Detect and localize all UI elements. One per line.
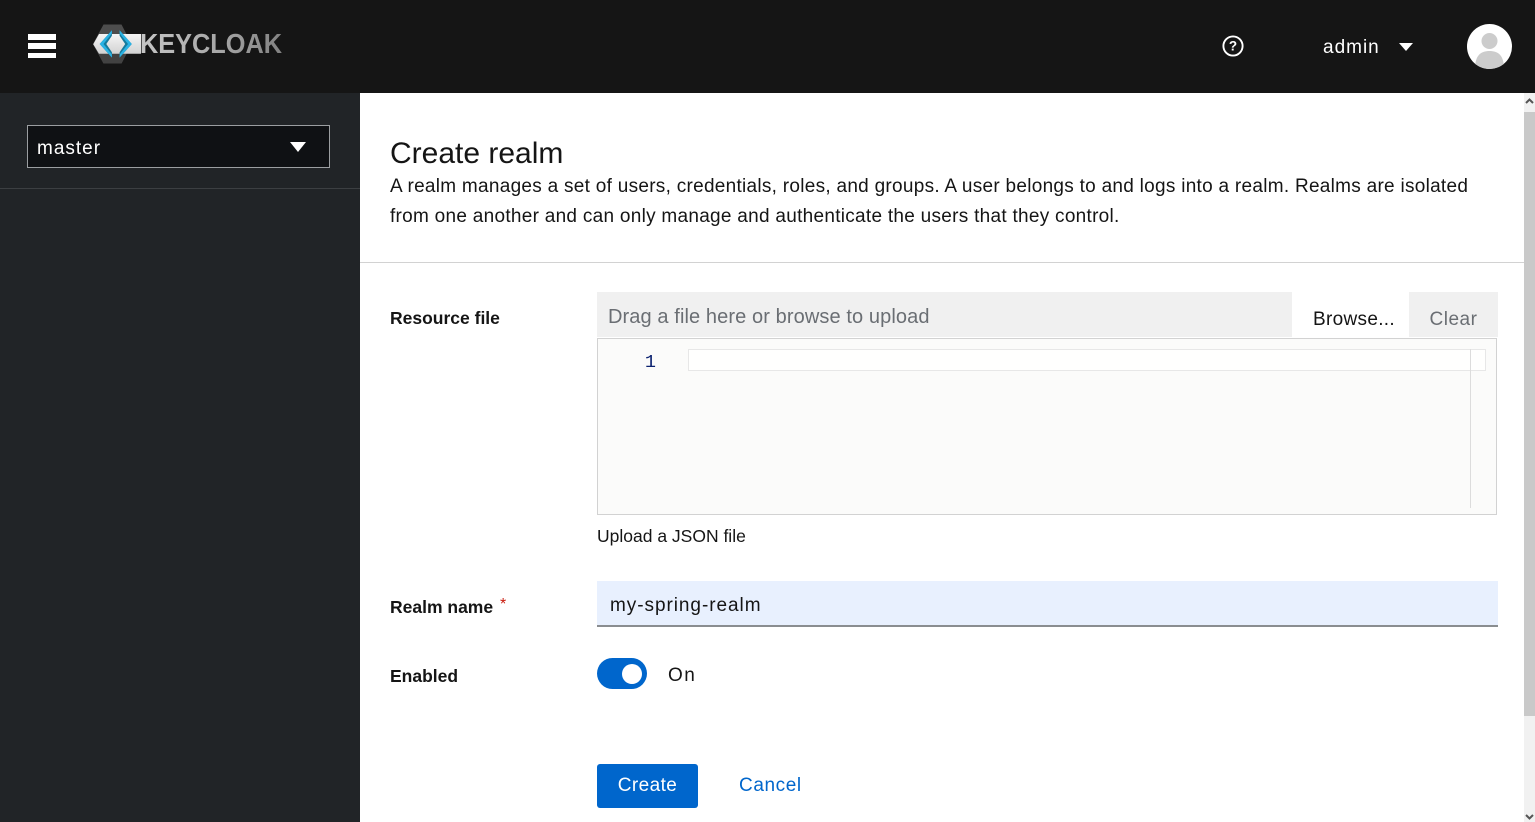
svg-text:KEYCLOAK: KEYCLOAK	[140, 28, 282, 59]
svg-text:?: ?	[1229, 39, 1237, 54]
